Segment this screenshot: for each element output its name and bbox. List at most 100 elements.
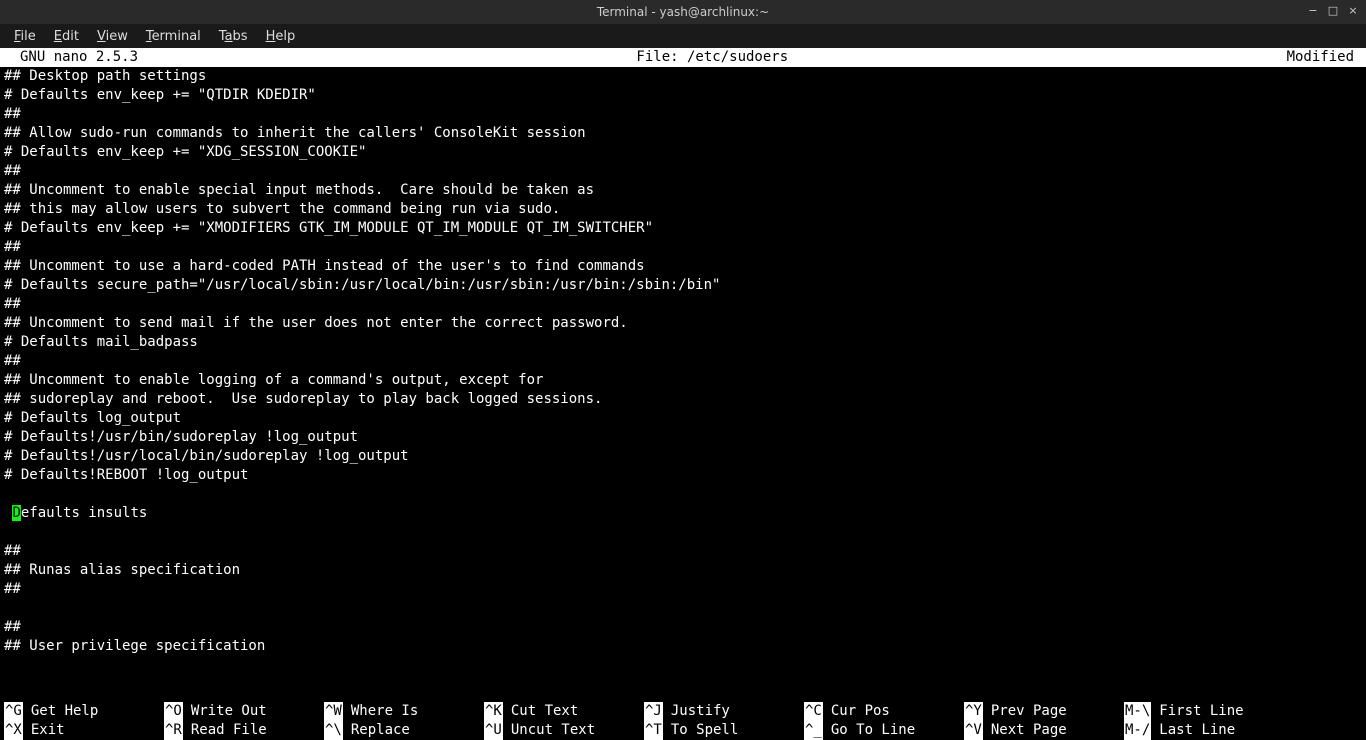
editor-line: ## — [4, 542, 1362, 561]
nano-shortcut: ^YPrev Page — [964, 702, 1124, 721]
shortcut-key: ^T — [644, 721, 663, 740]
nano-file-label: File: /etc/sudoers — [138, 48, 1287, 67]
shortcut-label: To Spell — [663, 721, 738, 740]
shortcut-key: ^K — [484, 702, 503, 721]
shortcut-label: First Line — [1151, 702, 1243, 721]
close-icon[interactable]: × — [1346, 3, 1360, 17]
nano-shortcut: ^OWrite Out — [164, 702, 324, 721]
editor-line: ## — [4, 295, 1362, 314]
nano-editor-content[interactable]: ## Desktop path settings# Defaults env_k… — [0, 67, 1366, 656]
nano-shortcut: ^TTo Spell — [644, 721, 804, 740]
editor-line: # Defaults env_keep += "XDG_SESSION_COOK… — [4, 143, 1362, 162]
editor-line: # Defaults secure_path="/usr/local/sbin:… — [4, 276, 1362, 295]
shortcut-key: ^C — [804, 702, 823, 721]
editor-line: ## Uncomment to enable logging of a comm… — [4, 371, 1362, 390]
nano-header-bar: GNU nano 2.5.3 File: /etc/sudoers Modifi… — [0, 48, 1366, 67]
maximize-icon[interactable]: □ — [1326, 3, 1340, 17]
shortcut-label: Uncut Text — [503, 721, 595, 740]
shortcut-key: ^_ — [804, 721, 823, 740]
shortcut-label: Write Out — [183, 702, 267, 721]
shortcut-key: ^W — [324, 702, 343, 721]
editor-line — [4, 599, 1362, 618]
shortcut-key: M-\ — [1124, 702, 1151, 721]
menu-file[interactable]: File — [6, 27, 44, 46]
nano-shortcut: ^RRead File — [164, 721, 324, 740]
editor-line: # Defaults!/usr/bin/sudoreplay !log_outp… — [4, 428, 1362, 447]
editor-line: ## User privilege specification — [4, 637, 1362, 656]
nano-status: Modified — [1287, 48, 1362, 67]
editor-line: ## Uncomment to use a hard-coded PATH in… — [4, 257, 1362, 276]
shortcut-key: ^R — [164, 721, 183, 740]
nano-shortcut: ^JJustify — [644, 702, 804, 721]
nano-shortcut: ^KCut Text — [484, 702, 644, 721]
editor-line — [4, 523, 1362, 542]
editor-line: Defaults insults — [4, 504, 1362, 523]
editor-line: # Defaults!/usr/local/bin/sudoreplay !lo… — [4, 447, 1362, 466]
nano-shortcut: ^\Replace — [324, 721, 484, 740]
shortcut-key: ^X — [4, 721, 23, 740]
shortcut-label: Read File — [183, 721, 267, 740]
shortcut-label: Last Line — [1151, 721, 1235, 740]
shortcut-label: Where Is — [343, 702, 418, 721]
nano-shortcut: ^XExit — [4, 721, 164, 740]
editor-line: ## Uncomment to enable special input met… — [4, 181, 1362, 200]
shortcut-key: ^O — [164, 702, 183, 721]
shortcut-key: ^U — [484, 721, 503, 740]
nano-shortcuts-row-2: ^XExit^RRead File^\Replace^UUncut Text^T… — [4, 721, 1362, 740]
editor-line: # Defaults!REBOOT !log_output — [4, 466, 1362, 485]
window-title: Terminal - yash@archlinux:~ — [597, 5, 769, 19]
terminal-viewport[interactable]: GNU nano 2.5.3 File: /etc/sudoers Modifi… — [0, 48, 1366, 740]
editor-line: ## — [4, 618, 1362, 637]
shortcut-key: M-/ — [1124, 721, 1151, 740]
shortcut-key: ^Y — [964, 702, 983, 721]
shortcut-label: Cut Text — [503, 702, 578, 721]
shortcut-key: ^J — [644, 702, 663, 721]
editor-line — [4, 485, 1362, 504]
editor-line: ## this may allow users to subvert the c… — [4, 200, 1362, 219]
menu-view[interactable]: View — [89, 27, 136, 46]
nano-shortcut: M-\First Line — [1124, 702, 1284, 721]
shortcut-label: Replace — [343, 721, 410, 740]
cursor: D — [12, 505, 20, 521]
shortcut-key: ^V — [964, 721, 983, 740]
editor-line: # Defaults log_output — [4, 409, 1362, 428]
shortcut-key: ^\ — [324, 721, 343, 740]
menu-tabs[interactable]: Tabs — [211, 27, 256, 46]
shortcut-label: Get Help — [23, 702, 98, 721]
shortcut-label: Go To Line — [823, 721, 915, 740]
shortcut-label: Cur Pos — [823, 702, 890, 721]
nano-shortcut: ^_Go To Line — [804, 721, 964, 740]
editor-line: ## Desktop path settings — [4, 67, 1362, 86]
shortcut-label: Justify — [663, 702, 730, 721]
shortcut-key: ^G — [4, 702, 23, 721]
editor-line: ## — [4, 162, 1362, 181]
nano-shortcut: ^GGet Help — [4, 702, 164, 721]
nano-shortcuts-row-1: ^GGet Help^OWrite Out^WWhere Is^KCut Tex… — [4, 702, 1362, 721]
editor-line: ## — [4, 580, 1362, 599]
window-titlebar: Terminal - yash@archlinux:~ − □ × — [0, 0, 1366, 24]
shortcut-label: Next Page — [983, 721, 1067, 740]
nano-footer: ^GGet Help^OWrite Out^WWhere Is^KCut Tex… — [0, 702, 1366, 740]
nano-shortcut: ^WWhere Is — [324, 702, 484, 721]
editor-line: # Defaults env_keep += "XMODIFIERS GTK_I… — [4, 219, 1362, 238]
editor-line: ## — [4, 352, 1362, 371]
nano-shortcut: M-/Last Line — [1124, 721, 1284, 740]
nano-shortcut: ^CCur Pos — [804, 702, 964, 721]
nano-version: GNU nano 2.5.3 — [4, 48, 138, 67]
app-menubar: FileEditViewTerminalTabsHelp — [0, 24, 1366, 48]
shortcut-label: Prev Page — [983, 702, 1067, 721]
minimize-icon[interactable]: − — [1306, 3, 1320, 17]
editor-line: ## Allow sudo-run commands to inherit th… — [4, 124, 1362, 143]
window-controls: − □ × — [1306, 3, 1360, 17]
editor-line: # Defaults env_keep += "QTDIR KDEDIR" — [4, 86, 1362, 105]
editor-line: ## Uncomment to send mail if the user do… — [4, 314, 1362, 333]
editor-line: # Defaults mail_badpass — [4, 333, 1362, 352]
shortcut-label: Exit — [23, 721, 65, 740]
menu-edit[interactable]: Edit — [46, 27, 87, 46]
menu-help[interactable]: Help — [258, 27, 304, 46]
editor-line: ## — [4, 105, 1362, 124]
nano-shortcut: ^UUncut Text — [484, 721, 644, 740]
menu-terminal[interactable]: Terminal — [138, 27, 209, 46]
editor-line: ## Runas alias specification — [4, 561, 1362, 580]
editor-line: ## sudoreplay and reboot. Use sudoreplay… — [4, 390, 1362, 409]
